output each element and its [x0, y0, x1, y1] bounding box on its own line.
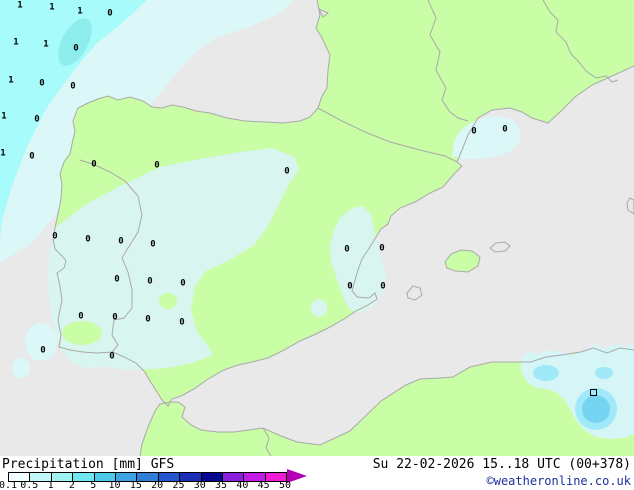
precip-value-marker: 0: [347, 281, 353, 292]
precip-africa-blob-east: [595, 367, 613, 379]
legend-tick-label: 45: [257, 480, 270, 490]
precip-value-marker: 0: [145, 314, 151, 325]
legend-tick-label: 25: [172, 480, 185, 490]
precip-small-patch: [311, 299, 327, 317]
precip-value-marker: 0: [29, 151, 35, 162]
precip-value-marker: 0: [380, 281, 386, 292]
precip-value-marker: 1: [49, 2, 55, 13]
precip-value-marker: 0: [70, 81, 76, 92]
precip-value-marker: 1: [43, 39, 49, 50]
legend-tick-label: 10: [108, 480, 121, 490]
legend-title: Precipitation [mm] GFS: [2, 457, 175, 472]
precip-value-marker: 1: [1, 111, 7, 122]
dry-hole-inland: [159, 293, 177, 309]
precip-value-marker: 0: [107, 8, 113, 19]
forecast-timestamp: Su 22-02-2026 15..18 UTC (00+378): [372, 457, 631, 472]
map-svg: [0, 0, 634, 456]
precip-value-marker: 0: [34, 114, 40, 125]
precip-value-marker: 0: [471, 126, 477, 137]
precip-value-marker: 0: [179, 317, 185, 328]
weather-map-screenshot: 111011010010100000000000000000000000 Pre…: [0, 0, 634, 490]
legend-tick-label: 0.5: [20, 480, 39, 490]
dry-hole-algarve: [62, 321, 102, 345]
precip-value-marker: 0: [109, 351, 115, 362]
precip-value-marker: 1: [0, 148, 6, 159]
precip-value-marker: 0: [78, 311, 84, 322]
precip-value-marker: 0: [150, 239, 156, 250]
precip-value-marker: 0: [73, 43, 79, 54]
precip-value-marker: 1: [13, 37, 19, 48]
precip-value-marker: 0: [379, 243, 385, 254]
precipitation-map: 1 1 1 0 1 1 0 1 0 0 1 0 1 0 0 0 0 0 0 0 0 0 0 0 0 0 0 0 0 0 0 0 0 0 0 0: [0, 0, 634, 456]
precip-value-marker: 0: [114, 274, 120, 285]
copyright-link[interactable]: ©weatheronline.co.uk: [487, 474, 632, 488]
legend-tick-label: 30: [193, 480, 206, 490]
precip-value-marker: 0: [91, 159, 97, 170]
precip-value-marker: 1: [17, 0, 23, 11]
precip-value-marker: 0: [502, 124, 508, 135]
legend-tick-label: 5: [90, 480, 97, 490]
legend-tick-label: 20: [151, 480, 164, 490]
precip-africa-blob-west: [533, 365, 559, 381]
station-square-marker: [590, 389, 597, 396]
precip-value-marker: 0: [147, 276, 153, 287]
legend-tick-label: 1: [47, 480, 54, 490]
legend-bar: Precipitation [mm] GFS Su 22-02-2026 15.…: [0, 456, 634, 490]
precip-value-marker: 0: [154, 160, 160, 171]
precip-value-marker: 0: [52, 231, 58, 242]
precip-value-marker: 0: [112, 312, 118, 323]
precip-value-marker: 0: [85, 234, 91, 245]
legend-tick-label: 0.1: [0, 480, 18, 490]
precip-value-marker: 0: [344, 244, 350, 255]
precip-value-marker: 0: [284, 166, 290, 177]
precip-value-marker: 0: [39, 78, 45, 89]
precip-value-marker: 0: [118, 236, 124, 247]
legend-tick-label: 15: [129, 480, 142, 490]
precip-value-marker: 1: [77, 6, 83, 17]
precip-cadiz-blob-small: [12, 358, 30, 378]
precip-value-marker: 1: [8, 75, 14, 86]
precip-cell-core: [582, 395, 610, 423]
precip-value-marker: 0: [40, 345, 46, 356]
legend-tick-label: 35: [215, 480, 228, 490]
legend-tick-labels: 0.1 0.5 1 2 5 10 15 20 25 30 35 40 45 50: [0, 480, 308, 490]
legend-tick-label: 2: [68, 480, 75, 490]
precip-value-marker: 0: [180, 278, 186, 289]
legend-tick-label: 50: [278, 480, 292, 490]
legend-tick-label: 40: [236, 480, 249, 490]
